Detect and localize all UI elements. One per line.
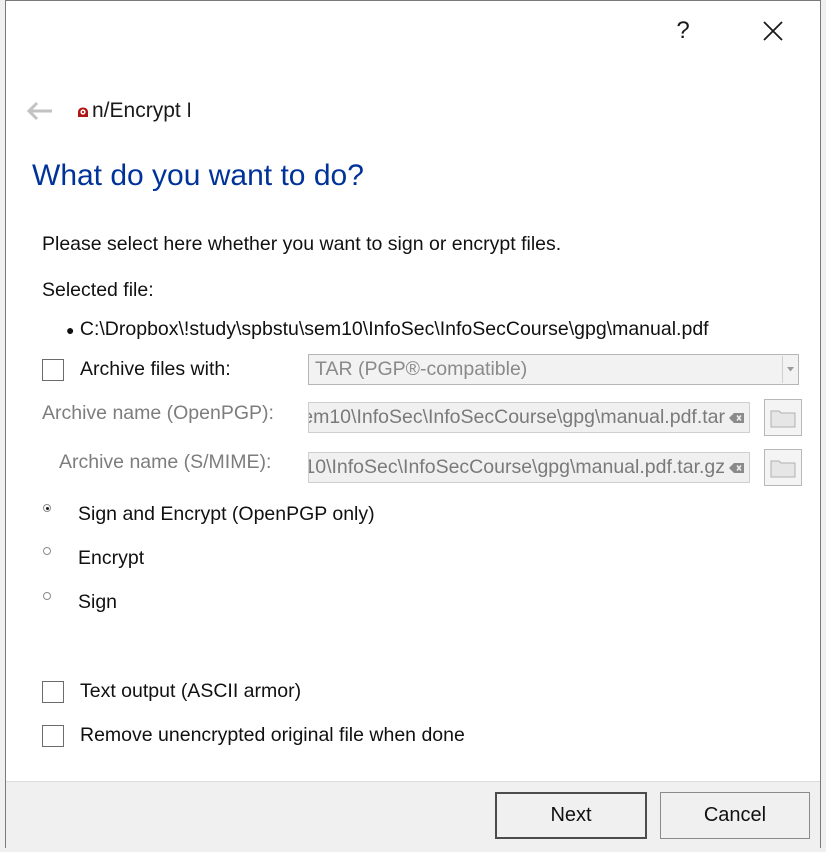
text-output-checkbox[interactable]	[42, 681, 64, 703]
bullet: ●	[66, 321, 75, 338]
archive-name-openpgp-label: Archive name (OpenPGP):	[42, 402, 274, 424]
archive-name-openpgp-value: C:\Dropbox\!study\spbstu\sem10\InfoSec\I…	[309, 406, 725, 428]
remove-original-label[interactable]: Remove unencrypted original file when do…	[80, 724, 465, 747]
browse-openpgp-button[interactable]	[764, 399, 802, 436]
text-output-label[interactable]: Text output (ASCII armor)	[80, 680, 301, 703]
wizard-title: n/Encrypt F	[92, 99, 190, 122]
help-label: ?	[676, 17, 690, 44]
folder-icon	[770, 410, 796, 427]
selected-file-label: Selected file:	[42, 279, 154, 301]
archive-checkbox-label[interactable]: Archive files with:	[80, 358, 231, 381]
kleopatra-icon	[78, 107, 88, 117]
radio-encrypt-label[interactable]: Encrypt	[78, 547, 144, 570]
archive-name-smime-value: C:\Dropbox\!study\spbstu\sem10\InfoSec\I…	[309, 456, 725, 478]
wizard-nav: n/Encrypt F	[24, 93, 190, 129]
instruction-text: Please select here whether you want to s…	[42, 233, 562, 255]
archive-format-select[interactable]: TAR (PGP®-compatible)	[308, 354, 799, 385]
radio-sign[interactable]	[43, 592, 51, 600]
back-arrow-icon[interactable]	[24, 100, 54, 122]
next-button[interactable]: Next	[495, 792, 647, 839]
folder-icon	[770, 460, 796, 477]
archive-name-smime-field[interactable]: C:\Dropbox\!study\spbstu\sem10\InfoSec\I…	[308, 452, 750, 483]
browse-smime-button[interactable]	[764, 449, 802, 486]
dialog-window: ? n/Encrypt F What do you want to do? Pl…	[5, 0, 821, 848]
radio-sign-label[interactable]: Sign	[78, 591, 117, 614]
page-heading: What do you want to do?	[32, 159, 364, 192]
archive-name-smime-label: Archive name (S/MIME):	[59, 451, 272, 473]
selected-file-item: ● C:\Dropbox\!study\spbstu\sem10\InfoSec…	[66, 318, 709, 341]
cancel-button[interactable]: Cancel	[660, 792, 810, 839]
clear-icon[interactable]	[729, 462, 745, 474]
dropdown-arrow-icon	[782, 356, 797, 383]
selected-file-path: C:\Dropbox\!study\spbstu\sem10\InfoSec\I…	[79, 318, 709, 340]
clear-icon[interactable]	[729, 412, 745, 424]
help-button[interactable]: ?	[661, 9, 705, 53]
archive-format-value: TAR (PGP®-compatible)	[315, 358, 528, 380]
button-bar: Next Cancel	[6, 781, 820, 848]
archive-name-openpgp-field[interactable]: C:\Dropbox\!study\spbstu\sem10\InfoSec\I…	[308, 402, 750, 433]
close-icon	[763, 21, 783, 41]
remove-original-checkbox[interactable]	[42, 725, 64, 747]
radio-encrypt[interactable]	[43, 547, 51, 555]
close-button[interactable]	[751, 9, 795, 53]
archive-checkbox[interactable]	[42, 359, 64, 381]
radio-sign-and-encrypt-label[interactable]: Sign and Encrypt (OpenPGP only)	[78, 503, 375, 526]
radio-sign-and-encrypt[interactable]	[43, 504, 51, 512]
